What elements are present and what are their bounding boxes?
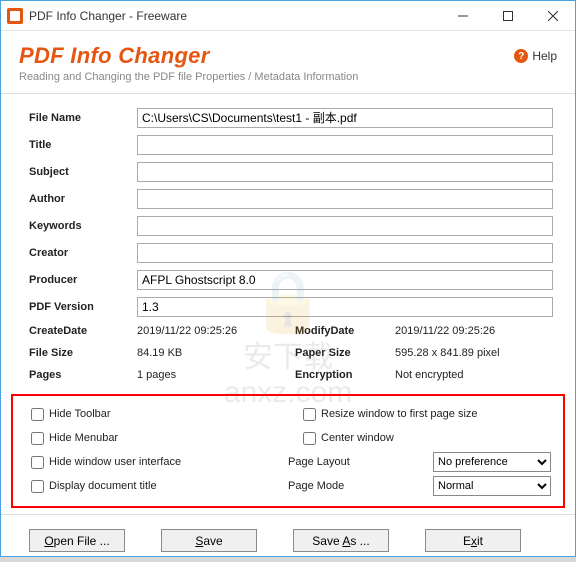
label-author: Author	[29, 193, 137, 205]
title-field[interactable]	[137, 135, 553, 155]
save-as-button[interactable]: Save As ...	[293, 529, 389, 552]
hide-toolbar-checkbox[interactable]	[31, 408, 44, 421]
display-doc-title-checkbox[interactable]	[31, 480, 44, 493]
label-pages: Pages	[29, 369, 137, 381]
options-panel: Hide Toolbar Resize window to first page…	[11, 394, 565, 508]
label-keywords: Keywords	[29, 220, 137, 232]
label-producer: Producer	[29, 274, 137, 286]
value-paper-size: 595.28 x 841.89 pixel	[395, 347, 500, 359]
center-window-option[interactable]: Center window	[303, 432, 394, 445]
help-icon: ?	[514, 49, 528, 63]
window-title: PDF Info Changer - Freeware	[29, 9, 440, 23]
value-pages: 1 pages	[137, 369, 295, 381]
value-create-date: 2019/11/22 09:25:26	[137, 325, 295, 337]
app-icon	[7, 8, 23, 24]
label-subject: Subject	[29, 166, 137, 178]
hide-window-ui-option[interactable]: Hide window user interface	[31, 456, 288, 469]
label-creator: Creator	[29, 247, 137, 259]
value-file-size: 84.19 KB	[137, 347, 295, 359]
pdf-version-field[interactable]	[137, 297, 553, 317]
label-pdf-version: PDF Version	[29, 301, 137, 313]
label-page-layout: Page Layout	[288, 456, 428, 468]
label-encryption: Encryption	[295, 369, 395, 381]
display-doc-title-option[interactable]: Display document title	[31, 480, 288, 493]
file-name-field[interactable]	[137, 108, 553, 128]
resize-window-checkbox[interactable]	[303, 408, 316, 421]
label-paper-size: Paper Size	[295, 347, 395, 359]
label-modify-date: ModifyDate	[295, 325, 395, 337]
help-link[interactable]: ? Help	[514, 49, 557, 63]
titlebar: PDF Info Changer - Freeware	[1, 1, 575, 31]
creator-field[interactable]	[137, 243, 553, 263]
label-page-mode: Page Mode	[288, 480, 428, 492]
page-mode-select[interactable]: Normal	[433, 476, 551, 496]
label-create-date: CreateDate	[29, 325, 137, 337]
open-file-button[interactable]: Open File ...	[29, 529, 125, 552]
hide-menubar-option[interactable]: Hide Menubar	[31, 432, 303, 445]
subject-field[interactable]	[137, 162, 553, 182]
center-window-checkbox[interactable]	[303, 432, 316, 445]
label-title: Title	[29, 139, 137, 151]
save-button[interactable]: Save	[161, 529, 257, 552]
producer-field[interactable]	[137, 270, 553, 290]
author-field[interactable]	[137, 189, 553, 209]
hide-window-ui-checkbox[interactable]	[31, 456, 44, 469]
value-modify-date: 2019/11/22 09:25:26	[395, 325, 495, 337]
label-file-name: File Name	[29, 112, 137, 124]
app-subtitle: Reading and Changing the PDF file Proper…	[19, 71, 557, 83]
header: PDF Info Changer Reading and Changing th…	[1, 31, 575, 93]
keywords-field[interactable]	[137, 216, 553, 236]
resize-window-option[interactable]: Resize window to first page size	[303, 408, 478, 421]
hide-toolbar-option[interactable]: Hide Toolbar	[31, 408, 303, 421]
app-title: PDF Info Changer	[19, 43, 557, 69]
exit-button[interactable]: Exit	[425, 529, 521, 552]
hide-menubar-checkbox[interactable]	[31, 432, 44, 445]
maximize-button[interactable]	[485, 1, 530, 30]
label-file-size: File Size	[29, 347, 137, 359]
page-layout-select[interactable]: No preference	[433, 452, 551, 472]
value-encryption: Not encrypted	[395, 369, 463, 381]
close-button[interactable]	[530, 1, 575, 30]
minimize-button[interactable]	[440, 1, 485, 30]
